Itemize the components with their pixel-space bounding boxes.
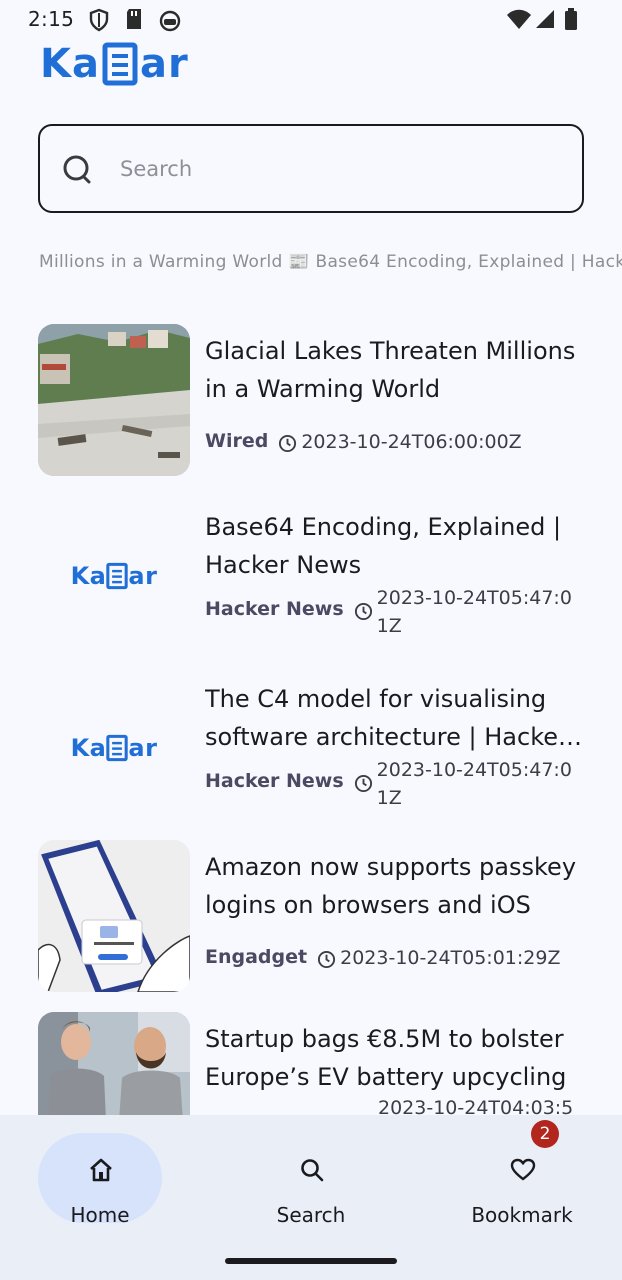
- news-item[interactable]: Ka ar Base64 Encoding, Explained | Hacke…: [38, 496, 598, 656]
- news-meta: Hacker News 2023-10-24T05:47:01Z: [205, 584, 585, 640]
- nav-label-search: Search: [276, 1203, 346, 1227]
- search-bar[interactable]: [38, 124, 584, 213]
- clock-icon: [318, 950, 336, 969]
- search-icon: [301, 1159, 324, 1182]
- battery-icon: [565, 8, 577, 30]
- news-title: The C4 model for visualising software ar…: [205, 685, 568, 751]
- search-icon: [63, 155, 91, 184]
- headline-ticker[interactable]: Millions in a Warming World 📰 Base64 Enc…: [39, 252, 622, 280]
- app-logo: Ka ar: [40, 40, 189, 88]
- news-thumbnail: [38, 324, 190, 476]
- heart-icon: [510, 1158, 536, 1181]
- news-source: Hacker News: [205, 598, 344, 620]
- news-source: Hacker News: [205, 770, 344, 792]
- news-source: Engadget: [205, 946, 308, 968]
- news-thumbnail: Ka ar: [38, 672, 190, 824]
- signal-icon: [536, 10, 554, 28]
- news-title: Startup bags €8.5M to bolster Europe’s E…: [205, 1025, 567, 1091]
- ticker-text: Millions in a Warming World 📰 Base64 Enc…: [39, 252, 622, 272]
- news-title: Amazon now supports passkey logins on br…: [205, 853, 577, 919]
- news-date: 2023-10-24T06:00:00Z: [301, 431, 522, 453]
- thumb-logo-left: Ka: [70, 734, 107, 762]
- home-gesture-bar[interactable]: [225, 1258, 397, 1264]
- clock-icon: [279, 434, 297, 453]
- home-icon: [90, 1158, 112, 1182]
- news-date: 2023-10-24T05:47:01Z: [376, 587, 572, 637]
- news-title: Glacial Lakes Threaten Millions in a War…: [205, 337, 576, 403]
- news-date: 2023-10-24T05:01:29Z: [340, 947, 561, 969]
- news-date: 2023-10-24T04:03:5: [378, 1097, 574, 1115]
- document-logo-icon: [106, 562, 129, 590]
- news-list[interactable]: Glacial Lakes Threaten Millions in a War…: [0, 320, 622, 1115]
- nav-label-bookmark: Bookmark: [471, 1203, 573, 1227]
- thumb-logo-right: ar: [128, 734, 158, 762]
- shield-icon: [89, 8, 109, 32]
- bookmark-count-badge: 2: [531, 1120, 559, 1148]
- clock-icon: [354, 602, 372, 621]
- news-thumbnail: Ka ar: [38, 500, 190, 652]
- news-meta: Hacker News 2023-10-24T05:47:01Z: [205, 756, 585, 812]
- clock-icon: [354, 774, 372, 793]
- news-meta: Wired 2023-10-24T06:00:00Z: [205, 428, 585, 456]
- nav-search[interactable]: Search: [249, 1133, 373, 1227]
- sd-card-icon: [127, 9, 141, 29]
- nav-home[interactable]: Home: [38, 1133, 162, 1227]
- document-logo-icon: [106, 734, 129, 762]
- people-photo-image: [38, 1012, 190, 1115]
- news-item[interactable]: Startup bags €8.5M to bolster Europe’s E…: [38, 1008, 598, 1115]
- wifi-icon: [507, 9, 531, 29]
- status-bar: 2:15: [0, 0, 622, 40]
- logo-text-right: ar: [140, 41, 189, 87]
- logo-text-left: Ka: [40, 41, 100, 87]
- document-logo-icon: [102, 42, 138, 86]
- news-meta: 2023-10-24T04:03:5: [378, 1094, 588, 1115]
- news-thumbnail: [38, 1012, 190, 1115]
- thumb-logo-left: Ka: [70, 562, 107, 590]
- news-item[interactable]: Glacial Lakes Threaten Millions in a War…: [38, 320, 598, 480]
- news-thumbnail: [38, 840, 190, 992]
- phone-photo-image: [38, 840, 190, 992]
- news-date: 2023-10-24T05:47:01Z: [376, 759, 572, 809]
- android-icon: [159, 10, 181, 32]
- news-meta: Engadget 2023-10-24T05:01:29Z: [205, 944, 585, 972]
- status-time: 2:15: [28, 7, 75, 31]
- news-item[interactable]: Amazon now supports passkey logins on br…: [38, 836, 598, 996]
- thumb-logo-right: ar: [128, 562, 158, 590]
- nav-label-home: Home: [70, 1203, 130, 1227]
- news-item[interactable]: Ka ar The C4 model for visualising softw…: [38, 668, 598, 828]
- news-title: Base64 Encoding, Explained | Hacker News: [205, 513, 562, 579]
- news-source: Wired: [205, 430, 269, 452]
- nav-bookmark[interactable]: Bookmark: [460, 1133, 584, 1227]
- bottom-navigation: Home Search Bookmark: [0, 1115, 622, 1280]
- flood-photo-image: [38, 324, 190, 476]
- search-input[interactable]: [120, 146, 560, 192]
